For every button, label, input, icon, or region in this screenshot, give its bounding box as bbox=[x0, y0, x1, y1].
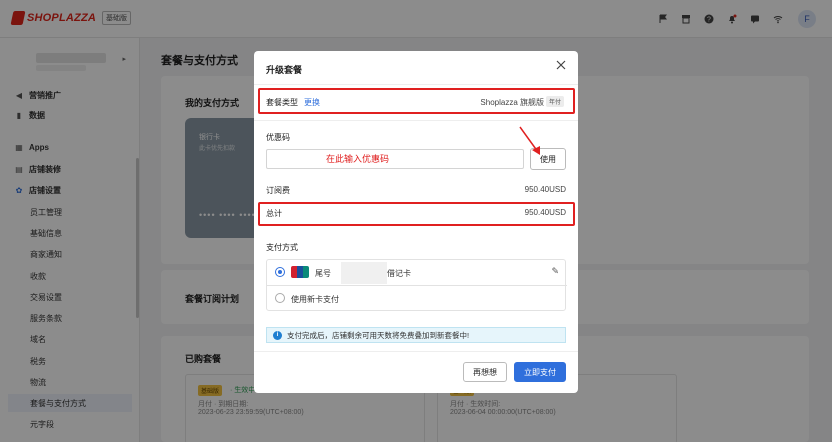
info-banner: i 支付完成后，店铺剩余可用天数将免费叠加到新套餐中! bbox=[266, 327, 566, 343]
divider bbox=[254, 84, 578, 85]
subscription-fee-label: 订阅费 bbox=[266, 186, 290, 195]
coupon-annotation: 在此输入优惠码 bbox=[326, 154, 390, 164]
divider bbox=[254, 120, 578, 121]
new-card-radio[interactable] bbox=[275, 293, 285, 303]
payment-method-label: 支付方式 bbox=[266, 243, 298, 252]
highlight-plan-type bbox=[258, 88, 575, 114]
info-icon: i bbox=[273, 330, 282, 340]
edit-pencil-icon[interactable]: ✎ bbox=[551, 266, 559, 277]
new-card-label: 使用新卡支付 bbox=[291, 295, 339, 304]
new-card-option[interactable]: 使用新卡支付 bbox=[267, 286, 567, 312]
divider bbox=[254, 351, 578, 352]
cancel-button[interactable]: 再想想 bbox=[463, 362, 507, 382]
saved-card-suffix: 借记卡 bbox=[387, 269, 411, 278]
info-text: 支付完成后，店铺剩余可用天数将免费叠加到新套餐中! bbox=[287, 330, 470, 340]
highlight-total bbox=[258, 202, 575, 226]
saved-card-radio[interactable] bbox=[275, 267, 285, 277]
subscription-fee-value: 950.40USD bbox=[524, 185, 566, 194]
upgrade-plan-modal: 升级套餐 套餐类型 更换 Shoplazza 旗舰版 年付 优惠码 在此输入优惠… bbox=[254, 51, 578, 393]
close-icon[interactable] bbox=[554, 59, 568, 73]
coupon-label: 优惠码 bbox=[266, 133, 290, 142]
card-number-redacted bbox=[341, 262, 387, 284]
saved-card-prefix: 尾号 bbox=[315, 269, 331, 278]
saved-card-option[interactable]: 尾号 借记卡 ✎ bbox=[267, 260, 567, 286]
payment-method-options: 尾号 借记卡 ✎ 使用新卡支付 bbox=[266, 259, 567, 312]
annotation-arrow-icon bbox=[519, 126, 540, 155]
coupon-input[interactable] bbox=[266, 149, 524, 169]
modal-title: 升级套餐 bbox=[266, 65, 303, 75]
unionpay-icon bbox=[291, 266, 309, 278]
pay-now-button[interactable]: 立即支付 bbox=[514, 362, 566, 382]
